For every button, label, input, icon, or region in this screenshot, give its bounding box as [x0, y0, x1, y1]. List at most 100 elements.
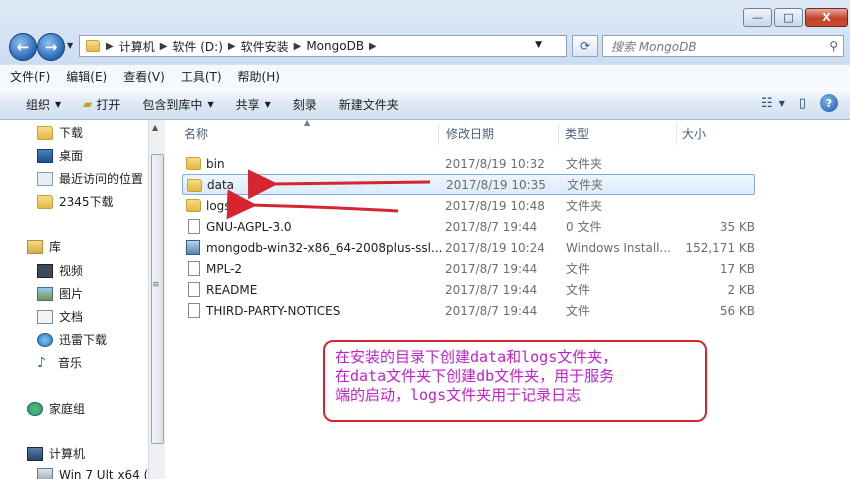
search-icon[interactable]: ⚲	[829, 39, 838, 53]
table-row[interactable]: THIRD-PARTY-NOTICES 2017/8/7 19:44 文件 56…	[182, 300, 755, 321]
thunder-icon	[37, 332, 53, 347]
breadcrumb-separator-icon: ▶	[106, 40, 114, 52]
scroll-up-icon[interactable]: ▲	[152, 123, 158, 132]
file-date: 2017/8/19 10:32	[445, 156, 545, 171]
menu-view[interactable]: 查看(V)	[123, 68, 165, 85]
document-file-icon	[188, 303, 200, 318]
help-icon[interactable]: ?	[820, 94, 838, 112]
nav-item-label: 家庭组	[49, 402, 86, 416]
column-divider[interactable]	[558, 123, 559, 145]
file-type: 文件	[566, 304, 591, 318]
search-input[interactable]: 搜索 MongoDB ⚲	[602, 35, 844, 57]
menu-help[interactable]: 帮助(H)	[238, 68, 280, 85]
nav-item-recent-places[interactable]: 最近访问的位置	[37, 170, 143, 187]
folder-icon	[186, 199, 201, 212]
column-header-date[interactable]: 修改日期	[446, 125, 494, 142]
folder-icon	[37, 125, 53, 140]
refresh-icon: ⟳	[579, 39, 591, 53]
file-name: mongodb-win32-x86_64-2008plus-ssl...	[206, 240, 443, 255]
column-divider[interactable]	[676, 123, 677, 145]
column-header-type[interactable]: 类型	[565, 125, 589, 142]
annotation-line: 在data文件夹下创建db文件夹，用于服务	[335, 367, 615, 385]
nav-item-desktop[interactable]: 桌面	[37, 147, 83, 164]
view-options-icon[interactable]: ☷	[761, 96, 773, 111]
maximize-button[interactable]: □	[774, 8, 803, 27]
burn-button[interactable]: 刻录	[293, 96, 317, 113]
toolbar-right: ☷ ▼ ▯ ?	[761, 94, 838, 112]
navigation-scrollbar[interactable]: ▲ ≡	[148, 120, 165, 479]
document-file-icon	[188, 282, 200, 297]
chevron-down-icon: ▼	[55, 99, 62, 109]
window-controls: — □ X	[741, 8, 848, 27]
nav-item-libraries[interactable]: 库	[27, 238, 61, 255]
back-arrow-icon: ←	[16, 38, 30, 56]
open-button[interactable]: ▰ 打开	[83, 96, 120, 113]
share-label: 共享	[235, 97, 260, 112]
new-folder-button[interactable]: 新建文件夹	[339, 96, 399, 113]
back-button[interactable]: ←	[9, 33, 37, 61]
chevron-down-icon: ▼	[264, 99, 271, 109]
nav-item-2345-downloads[interactable]: 2345下载	[37, 193, 114, 210]
nav-item-label: 文档	[59, 310, 84, 324]
table-row[interactable]: GNU-AGPL-3.0 2017/8/7 19:44 0 文件 35 KB	[182, 216, 755, 237]
nav-item-videos[interactable]: 视频	[37, 262, 83, 279]
nav-item-computer[interactable]: 计算机	[27, 445, 85, 462]
file-type: 文件	[566, 262, 591, 276]
disk-icon	[37, 468, 53, 479]
include-in-library-button[interactable]: 包含到库中 ▼	[142, 96, 213, 113]
column-header-size[interactable]: 大小	[682, 125, 706, 142]
breadcrumb-drive-d[interactable]: 软件 (D:)	[172, 38, 222, 55]
close-button[interactable]: X	[805, 8, 848, 27]
menu-bar: 文件(F) 编辑(E) 查看(V) 工具(T) 帮助(H)	[0, 64, 850, 88]
column-header-name[interactable]: 名称	[184, 125, 208, 142]
organize-label: 组织	[26, 97, 51, 112]
column-divider[interactable]	[438, 123, 439, 145]
scrollbar-thumb[interactable]	[151, 154, 164, 444]
address-dropdown-icon[interactable]: ▼	[535, 40, 542, 50]
file-type: Windows Install...	[566, 240, 671, 255]
pictures-icon	[37, 286, 53, 301]
scroll-grip-icon: ≡	[152, 280, 159, 290]
preview-pane-icon[interactable]: ▯	[799, 96, 806, 111]
chevron-down-icon[interactable]: ▼	[779, 99, 785, 108]
computer-icon	[27, 446, 43, 461]
file-size: 152,171 KB	[685, 240, 755, 255]
nav-item-homegroup[interactable]: 家庭组	[27, 400, 85, 417]
nav-item-music[interactable]: ♪ 音乐	[37, 354, 82, 371]
nav-item-thunder-downloads[interactable]: 迅雷下载	[37, 331, 107, 348]
desktop-icon	[37, 148, 53, 163]
table-row[interactable]: README 2017/8/7 19:44 文件 2 KB	[182, 279, 755, 300]
file-size: 17 KB	[719, 261, 755, 276]
file-date: 2017/8/19 10:48	[445, 198, 545, 213]
menu-edit[interactable]: 编辑(E)	[66, 68, 107, 85]
menu-tools[interactable]: 工具(T)	[181, 68, 222, 85]
table-row[interactable]: mongodb-win32-x86_64-2008plus-ssl... 201…	[182, 237, 755, 258]
minimize-button[interactable]: —	[743, 8, 772, 27]
breadcrumb-software-install[interactable]: 软件安装	[241, 38, 289, 55]
search-placeholder: 搜索 MongoDB	[611, 39, 697, 54]
nav-item-label: 计算机	[49, 447, 86, 461]
address-bar[interactable]: ▶ 计算机 ▶ 软件 (D:) ▶ 软件安装 ▶ MongoDB ▶ ▼	[79, 35, 567, 57]
nav-item-drive-c[interactable]: Win 7 Ult x64 (C	[37, 468, 148, 479]
table-row[interactable]: logs 2017/8/19 10:48 文件夹	[182, 195, 755, 216]
breadcrumb-mongodb[interactable]: MongoDB	[306, 39, 364, 53]
table-row[interactable]: MPL-2 2017/8/7 19:44 文件 17 KB	[182, 258, 755, 279]
menu-file[interactable]: 文件(F)	[10, 68, 50, 85]
table-row-selected[interactable]: data 2017/8/19 10:35 文件夹	[182, 174, 755, 195]
table-row[interactable]: bin 2017/8/19 10:32 文件夹	[182, 153, 755, 174]
file-name: README	[206, 282, 258, 297]
nav-item-pictures[interactable]: 图片	[37, 285, 83, 302]
navigation-pane: 下载 桌面 最近访问的位置 2345下载 库 视频 图片 文档 迅雷下载 ♪ 音乐…	[0, 120, 148, 479]
folder-icon	[186, 157, 201, 170]
breadcrumb-computer[interactable]: 计算机	[119, 38, 155, 55]
refresh-button[interactable]: ⟳	[572, 35, 598, 57]
forward-button[interactable]: →	[37, 33, 65, 61]
share-button[interactable]: 共享 ▼	[236, 96, 271, 113]
recent-pages-dropdown[interactable]: ▼	[67, 41, 73, 50]
nav-item-documents[interactable]: 文档	[37, 308, 83, 325]
file-date: 2017/8/7 19:44	[445, 219, 538, 234]
organize-button[interactable]: 组织 ▼	[26, 96, 61, 113]
nav-item-downloads[interactable]: 下载	[37, 124, 83, 141]
nav-item-label: 最近访问的位置	[59, 172, 144, 186]
nav-item-label: 下载	[59, 126, 84, 140]
